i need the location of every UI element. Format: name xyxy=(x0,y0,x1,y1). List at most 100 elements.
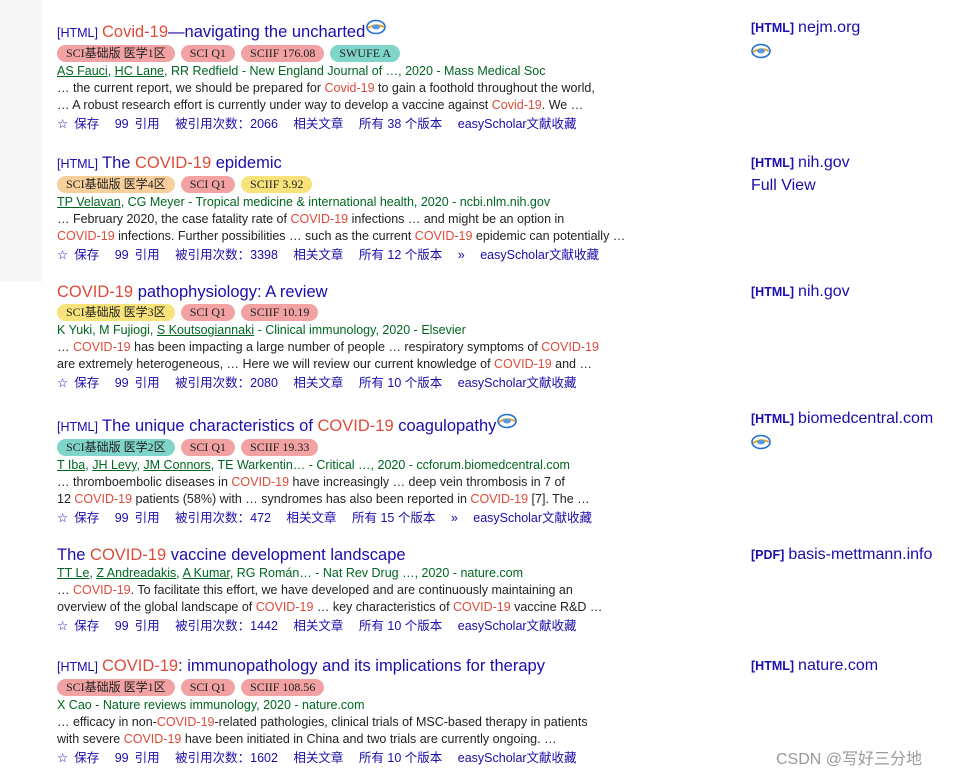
result-title[interactable]: [HTML] COVID-19: immunopathology and its … xyxy=(57,656,717,677)
related-articles-link[interactable]: 相关文章 xyxy=(293,619,343,633)
cited-by-link[interactable]: 被引用次数：2080 xyxy=(175,376,278,390)
result-authors: X Cao - Nature reviews immunology, 2020 … xyxy=(57,698,365,712)
easyscholar-link[interactable]: easyScholar文献收藏 xyxy=(473,511,592,525)
related-articles-link[interactable]: 相关文章 xyxy=(293,376,343,390)
globe-icon[interactable] xyxy=(751,43,860,65)
side-domain[interactable]: nih.gov xyxy=(798,283,850,300)
author-link[interactable]: JM Connors xyxy=(143,458,210,472)
all-versions-link[interactable]: 所有 10 个版本 xyxy=(359,619,442,633)
cite-link[interactable]: 引用 xyxy=(135,248,160,262)
cite-link[interactable]: 引用 xyxy=(135,117,160,131)
side-domain[interactable]: nejm.org xyxy=(798,19,860,36)
cite-link[interactable]: 引用 xyxy=(135,511,160,525)
star-icon[interactable]: ☆ xyxy=(57,509,68,527)
save-link[interactable]: 保存 xyxy=(74,117,99,131)
result-title-link[interactable]: The COVID-19 epidemic xyxy=(102,154,282,172)
result-title[interactable]: [HTML] The unique characteristics of COVI… xyxy=(57,413,717,437)
side-domain[interactable]: nature.com xyxy=(798,657,878,674)
cite-icon[interactable]: 99 xyxy=(115,749,129,767)
cited-by-link[interactable]: 被引用次数：2066 xyxy=(175,117,278,131)
cite-icon[interactable]: 99 xyxy=(115,246,129,264)
easyscholar-link[interactable]: easyScholar文献收藏 xyxy=(480,248,599,262)
author-link[interactable]: Z Andreadakis xyxy=(96,566,176,580)
author-link[interactable]: JH Levy xyxy=(92,458,136,472)
result-snippet: are extremely heterogeneous, … Here we w… xyxy=(57,357,592,371)
side-link[interactable]: [HTML] nature.com xyxy=(751,656,878,676)
all-versions-link[interactable]: 所有 12 个版本 xyxy=(359,248,442,262)
full-view-link[interactable]: Full View xyxy=(751,176,850,196)
journal-badge: SWUFE A xyxy=(330,45,401,62)
save-link[interactable]: 保存 xyxy=(74,376,99,390)
author-link[interactable]: AS Fauci xyxy=(57,64,108,78)
globe-icon[interactable] xyxy=(751,434,933,456)
side-link[interactable]: [HTML] nejm.org xyxy=(751,18,860,65)
easyscholar-link[interactable]: easyScholar文献收藏 xyxy=(458,751,577,765)
all-versions-link[interactable]: 所有 15 个版本 xyxy=(352,511,435,525)
side-domain[interactable]: basis-mettmann.info xyxy=(788,546,932,563)
all-versions-link[interactable]: 所有 10 个版本 xyxy=(359,751,442,765)
side-file-type: [HTML] xyxy=(751,412,795,426)
author-link[interactable]: T Iba xyxy=(57,458,85,472)
star-icon[interactable]: ☆ xyxy=(57,617,68,635)
author-link[interactable]: TT Le xyxy=(57,566,89,580)
all-versions-link[interactable]: 所有 10 个版本 xyxy=(359,376,442,390)
cited-by-link[interactable]: 被引用次数：472 xyxy=(175,511,271,525)
side-domain[interactable]: nih.gov xyxy=(798,154,850,171)
author-link[interactable]: TP Velavan xyxy=(57,195,121,209)
author-link[interactable]: A Kumar xyxy=(183,566,230,580)
result-title[interactable]: [HTML] The COVID-19 epidemic xyxy=(57,153,717,174)
result-title-link[interactable]: COVID-19: immunopathology and its implic… xyxy=(102,657,545,675)
related-articles-link[interactable]: 相关文章 xyxy=(293,751,343,765)
star-icon[interactable]: ☆ xyxy=(57,749,68,767)
easyscholar-link[interactable]: easyScholar文献收藏 xyxy=(458,619,577,633)
related-articles-link[interactable]: 相关文章 xyxy=(293,117,343,131)
result-actions: ☆ 保存 99 引用 被引用次数：2080 相关文章 所有 10 个版本 easyS… xyxy=(57,374,717,392)
result-title-link[interactable]: The COVID-19 vaccine development landsca… xyxy=(57,546,406,564)
badge-row: SCI基础版 医学4区 SCI Q1 SCIIF 3.92 xyxy=(57,176,717,194)
result-authors: TP Velavan, CG Meyer - Tropical medicine… xyxy=(57,195,551,209)
globe-icon[interactable] xyxy=(497,413,518,434)
side-link[interactable]: [HTML] biomedcentral.com xyxy=(751,409,933,456)
easyscholar-link[interactable]: easyScholar文献收藏 xyxy=(458,376,577,390)
easyscholar-link[interactable]: easyScholar文献收藏 xyxy=(458,117,577,131)
cite-icon[interactable]: 99 xyxy=(115,374,129,392)
related-articles-link[interactable]: 相关文章 xyxy=(293,248,343,262)
cited-by-link[interactable]: 被引用次数：1442 xyxy=(175,619,278,633)
result-title[interactable]: The COVID-19 vaccine development landsca… xyxy=(57,545,717,565)
cite-link[interactable]: 引用 xyxy=(135,376,160,390)
result-actions: ☆ 保存 99 引用 被引用次数：2066 相关文章 所有 38 个版本 easyS… xyxy=(57,115,717,133)
star-icon[interactable]: ☆ xyxy=(57,115,68,133)
side-link[interactable]: [PDF] basis-mettmann.info xyxy=(751,545,932,565)
result-snippet: … COVID-19 has been impacting a large nu… xyxy=(57,340,599,354)
more-icon[interactable]: » xyxy=(458,248,465,262)
cite-icon[interactable]: 99 xyxy=(115,509,129,527)
result-authors: TT Le, Z Andreadakis, A Kumar, RG Román…… xyxy=(57,566,523,580)
star-icon[interactable]: ☆ xyxy=(57,246,68,264)
related-articles-link[interactable]: 相关文章 xyxy=(286,511,336,525)
cite-icon[interactable]: 99 xyxy=(115,115,129,133)
result-title[interactable]: [HTML] Covid-19—navigating the uncharted xyxy=(57,19,717,43)
cite-link[interactable]: 引用 xyxy=(135,751,160,765)
side-link[interactable]: [HTML] nih.gov Full View xyxy=(751,153,850,196)
cited-by-link[interactable]: 被引用次数：3398 xyxy=(175,248,278,262)
star-icon[interactable]: ☆ xyxy=(57,374,68,392)
save-link[interactable]: 保存 xyxy=(74,511,99,525)
more-icon[interactable]: » xyxy=(451,511,458,525)
result-title[interactable]: COVID-19 pathophysiology: A review xyxy=(57,282,717,302)
author-link[interactable]: S Koutsogiannaki xyxy=(157,323,254,337)
cite-link[interactable]: 引用 xyxy=(135,619,160,633)
save-link[interactable]: 保存 xyxy=(74,751,99,765)
all-versions-link[interactable]: 所有 38 个版本 xyxy=(359,117,442,131)
result-title-link[interactable]: Covid-19—navigating the uncharted xyxy=(102,23,365,41)
save-link[interactable]: 保存 xyxy=(74,619,99,633)
side-domain[interactable]: biomedcentral.com xyxy=(798,410,933,427)
side-link[interactable]: [HTML] nih.gov xyxy=(751,282,850,302)
side-file-type: [HTML] xyxy=(751,21,795,35)
result-title-link[interactable]: The unique characteristics of COVID-19 c… xyxy=(102,417,496,435)
cite-icon[interactable]: 99 xyxy=(115,617,129,635)
save-link[interactable]: 保存 xyxy=(74,248,99,262)
author-link[interactable]: HC Lane xyxy=(115,64,164,78)
globe-icon[interactable] xyxy=(366,19,387,40)
result-title-link[interactable]: COVID-19 pathophysiology: A review xyxy=(57,283,328,301)
cited-by-link[interactable]: 被引用次数：1602 xyxy=(175,751,278,765)
